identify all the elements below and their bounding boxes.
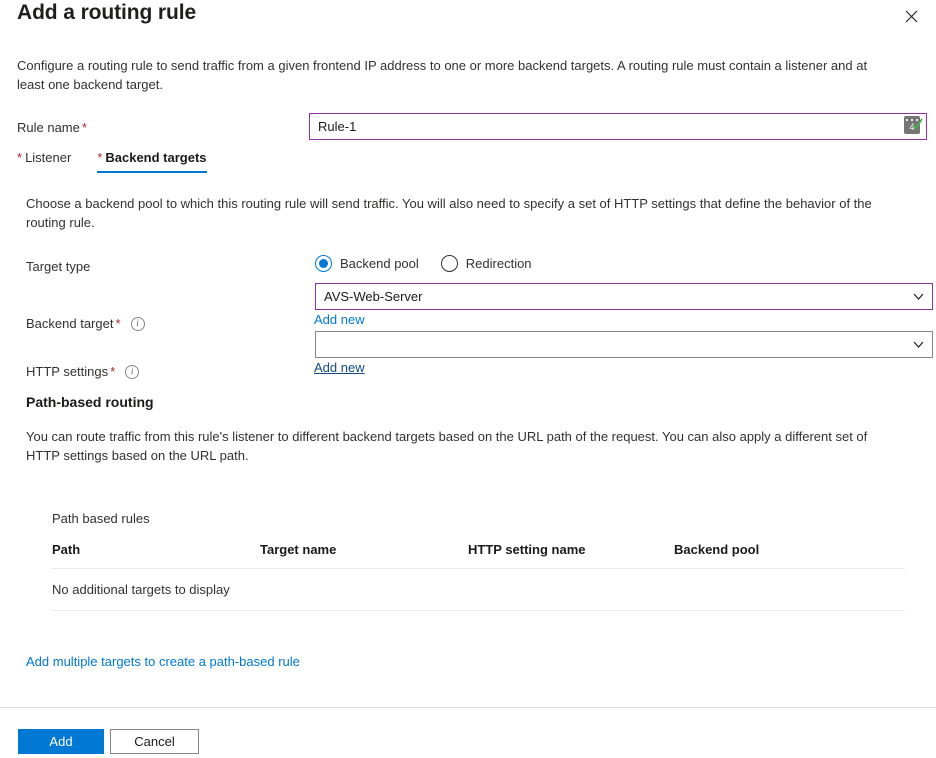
close-icon[interactable] — [897, 2, 925, 30]
info-icon[interactable]: i — [130, 316, 145, 331]
column-header-target-name: Target name — [260, 542, 468, 569]
info-icon[interactable]: i — [125, 364, 140, 379]
column-header-backend-pool: Backend pool — [674, 542, 905, 569]
tab-required-marker: * — [17, 150, 23, 165]
tab-listener[interactable]: * Listener — [17, 150, 75, 173]
table-body: No additional targets to display — [52, 568, 905, 611]
radio-redirection[interactable]: Redirection — [440, 255, 532, 272]
tab-backend-targets-label: Backend targets — [105, 150, 207, 165]
rule-name-label-text: Rule name — [17, 120, 80, 135]
http-settings-label-text: HTTP settings — [26, 364, 109, 379]
tab-listener-label: Listener — [25, 150, 72, 165]
add-multiple-targets-link[interactable]: Add multiple targets to create a path-ba… — [26, 654, 300, 669]
required-marker: * — [81, 120, 87, 135]
column-header-path: Path — [52, 542, 260, 569]
backend-target-selected-value: AVS-Web-Server — [324, 289, 423, 304]
page-title: Add a routing rule — [17, 1, 197, 24]
backend-target-add-new-link[interactable]: Add new — [314, 312, 365, 327]
blade-footer: Add Cancel — [0, 708, 936, 758]
required-marker: * — [115, 316, 121, 331]
chevron-down-icon — [912, 339, 924, 351]
table-header-row: Path Target name HTTP setting name Backe… — [52, 542, 905, 569]
empty-state-message: No additional targets to display — [52, 568, 905, 611]
tab-required-marker: * — [97, 150, 103, 165]
column-header-http-setting-name: HTTP setting name — [468, 542, 674, 569]
add-button[interactable]: Add — [18, 729, 104, 754]
backend-target-label-text: Backend target — [26, 316, 114, 331]
http-settings-add-new-link[interactable]: Add new — [314, 360, 365, 375]
radio-redirection-label: Redirection — [465, 256, 532, 271]
radio-backend-pool-label: Backend pool — [340, 256, 419, 271]
required-marker: * — [110, 364, 116, 379]
target-type-label: Target type — [26, 259, 91, 274]
path-based-rules-title: Path based rules — [52, 511, 150, 526]
path-based-rules-table: Path Target name HTTP setting name Backe… — [52, 542, 905, 611]
tab-list: * Listener * Backend targets — [17, 150, 233, 176]
backend-targets-description: Choose a backend pool to which this rout… — [26, 196, 872, 230]
target-type-radio-group: Backend pool Redirection — [315, 255, 554, 272]
chevron-down-icon — [912, 291, 924, 303]
rule-name-input[interactable] — [309, 113, 927, 140]
intro-text: Configure a routing rule to send traffic… — [17, 58, 868, 92]
path-based-routing-title: Path-based routing — [26, 394, 154, 410]
http-settings-dropdown[interactable] — [315, 331, 933, 358]
cancel-button[interactable]: Cancel — [110, 729, 199, 754]
rule-name-input-wrapper: 4 — [309, 113, 927, 140]
add-routing-rule-blade: Add a routing rule Configure a routing r… — [0, 0, 936, 758]
radio-dot-icon — [440, 255, 458, 272]
radio-dot-icon — [315, 255, 332, 272]
backend-target-dropdown[interactable]: AVS-Web-Server — [315, 283, 933, 310]
http-settings-label: HTTP settings * i — [26, 364, 140, 379]
path-based-routing-description: You can route traffic from this rule's l… — [26, 429, 868, 463]
radio-backend-pool[interactable]: Backend pool — [315, 255, 419, 272]
rule-name-label: Rule name * — [17, 120, 87, 135]
blade-header: Add a routing rule — [0, 0, 936, 44]
tab-backend-targets[interactable]: * Backend targets — [97, 150, 210, 173]
table-empty-row: No additional targets to display — [52, 568, 905, 611]
backend-target-label: Backend target * i — [26, 316, 145, 331]
